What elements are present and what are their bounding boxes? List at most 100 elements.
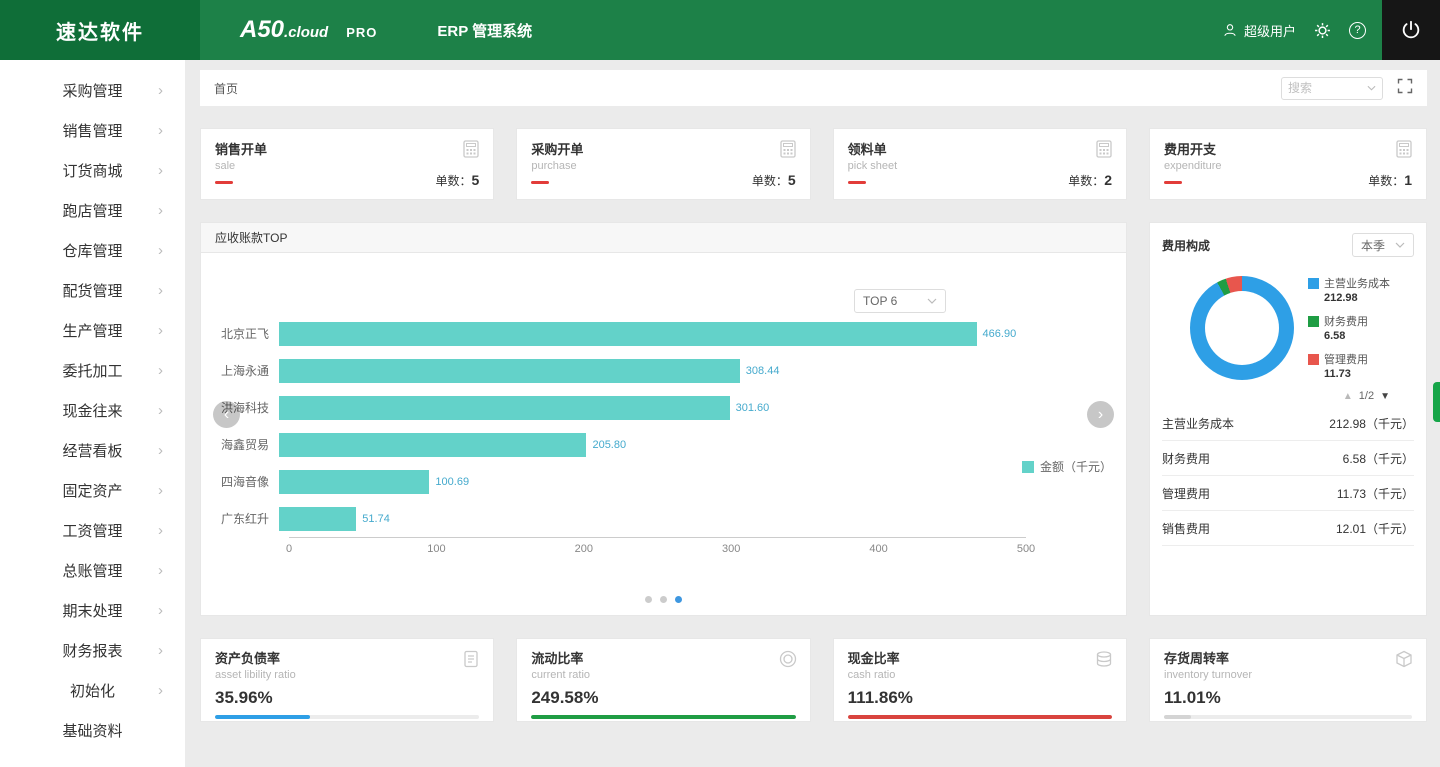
pager-up-icon[interactable]: ▲ [1343, 391, 1353, 402]
sidebar-item-order-mall[interactable]: 订货商城 › [0, 150, 185, 190]
carousel-dot-active[interactable] [675, 596, 682, 603]
panel-title: 应收账款TOP [201, 223, 1126, 253]
receivables-top-panel: 应收账款TOP TOP 6 北京正飞 466.90 上海永通 308.44 洪海科技… [200, 222, 1127, 616]
stat-title: 采购开单 [531, 142, 584, 157]
receivables-chart: TOP 6 北京正飞 466.90 上海永通 308.44 洪海科技 301.60 海… [201, 253, 1126, 615]
chevron-right-icon: › [158, 681, 163, 699]
sidebar-item-business-dashboard[interactable]: 经营看板 › [0, 430, 185, 470]
progress-fill [1164, 715, 1192, 719]
carousel-dot[interactable] [645, 596, 652, 603]
sidebar-item-warehouse[interactable]: 仓库管理 › [0, 230, 185, 270]
brand: A50 .cloud PRO [240, 16, 377, 44]
top-n-select[interactable]: TOP 6 [854, 289, 946, 313]
expense-row: 财务费用 6.58（千元） [1162, 441, 1414, 476]
sidebar-item-store-visit[interactable]: 跑店管理 › [0, 190, 185, 230]
logout-power-button[interactable] [1382, 0, 1440, 60]
bar[interactable]: 301.60 [279, 395, 769, 420]
sidebar-item-initialization[interactable]: 初始化 › [0, 670, 185, 710]
sidebar-item-production[interactable]: 生产管理 › [0, 310, 185, 350]
expense-row: 销售费用 12.01（千元） [1162, 511, 1414, 546]
chevron-right-icon: › [158, 241, 163, 259]
progress-track [847, 715, 1112, 719]
stat-count: 单数：2 [1068, 172, 1112, 188]
calculator-icon [461, 139, 481, 164]
calculator-icon [1094, 139, 1114, 164]
user-icon [1222, 22, 1238, 38]
help-icon[interactable]: ? [1349, 21, 1366, 39]
sidebar-item-payroll[interactable]: 工资管理 › [0, 510, 185, 550]
search-box[interactable] [1281, 76, 1383, 100]
chevron-right-icon: › [158, 161, 163, 179]
ratio-card-asset-liability[interactable]: 资产负债率 asset libility ratio 35.96% [200, 638, 495, 722]
user-menu[interactable]: 超级用户 [1222, 21, 1296, 40]
ratio-card-inventory-turnover[interactable]: 存货周转率 inventory turnover 11.01% [1149, 638, 1427, 722]
stat-title: 费用开支 [1164, 142, 1217, 157]
stat-subtitle: purchase [531, 160, 577, 172]
chevron-right-icon: › [158, 481, 163, 499]
carousel-prev-button[interactable]: ‹ [213, 401, 240, 428]
brand-pro-badge: PRO [346, 25, 378, 40]
carousel-dot[interactable] [660, 596, 667, 603]
settings-gear-icon[interactable] [1314, 22, 1331, 39]
accent-dash [215, 181, 233, 184]
bar-row: 海鑫贸易 205.80 [215, 426, 1026, 463]
sidebar-item-purchase[interactable]: 采购管理 › [0, 70, 185, 110]
sidebar-item-financial-reports[interactable]: 财务报表 › [0, 630, 185, 670]
stat-subtitle: sale [215, 160, 236, 172]
ratio-card-cash-ratio[interactable]: 现金比率 cash ratio 111.86% [832, 638, 1127, 722]
bar-row: 广东红升 51.74 [215, 500, 1026, 537]
bar-row: 北京正飞 466.90 [215, 315, 1026, 352]
sidebar-item-general-ledger[interactable]: 总账管理 › [0, 550, 185, 590]
sidebar-item-basic-data[interactable]: 基础资料 [0, 710, 185, 750]
sidebar-item-cash[interactable]: 现金往来 › [0, 390, 185, 430]
sidebar: 采购管理 › 销售管理 › 订货商城 › 跑店管理 › 仓库管理 › 配货管理 › 生产管理… [0, 60, 185, 767]
stat-subtitle: expenditure [1164, 160, 1222, 172]
box-icon [1394, 649, 1414, 674]
stat-card-purchase[interactable]: 采购开单 purchase 单数：5 [516, 128, 811, 200]
chevron-right-icon: › [158, 321, 163, 339]
period-select[interactable]: 本季 [1352, 233, 1414, 257]
sidebar-item-period-end[interactable]: 期末处理 › [0, 590, 185, 630]
carousel-dots [201, 596, 1126, 603]
sidebar-item-sales[interactable]: 销售管理 › [0, 110, 185, 150]
stat-title: 领料单 [847, 142, 887, 157]
sidebar-item-fixed-assets[interactable]: 固定资产 › [0, 470, 185, 510]
expense-donut[interactable] [1190, 275, 1294, 380]
stat-card-pick-sheet[interactable]: 领料单 pick sheet 单数：2 [832, 128, 1127, 200]
carousel-next-button[interactable]: › [1087, 401, 1114, 428]
ratio-card-current-ratio[interactable]: 流动比率 current ratio 249.58% [516, 638, 811, 722]
search-input[interactable] [1288, 81, 1368, 95]
chevron-right-icon: › [158, 561, 163, 579]
brand-name: A50 [240, 16, 285, 43]
stat-subtitle: pick sheet [847, 160, 898, 172]
sidebar-item-distribution[interactable]: 配货管理 › [0, 270, 185, 310]
bar[interactable]: 308.44 [279, 358, 779, 383]
chevron-right-icon: › [158, 281, 163, 299]
chevron-right-icon: › [158, 361, 163, 379]
bar[interactable]: 100.69 [279, 469, 469, 494]
legend-item: 财务费用 6.58 [1308, 313, 1390, 342]
expense-row: 主营业务成本 212.98（千元） [1162, 406, 1414, 441]
stat-card-sale[interactable]: 销售开单 sale 单数：5 [200, 128, 495, 200]
chevron-down-icon [1395, 242, 1405, 248]
app-header: 速达软件 A50 .cloud PRO ERP 管理系统 超级用户 ? [0, 0, 1440, 60]
sidebar-item-outsourcing[interactable]: 委托加工 › [0, 350, 185, 390]
side-quick-tab[interactable] [1433, 382, 1440, 422]
bar[interactable]: 205.80 [279, 432, 626, 457]
user-name: 超级用户 [1243, 23, 1296, 39]
chevron-right-icon: › [158, 601, 163, 619]
chevron-right-icon: › [158, 521, 163, 539]
pager-down-icon[interactable]: ▼ [1380, 391, 1390, 402]
fullscreen-icon[interactable] [1397, 78, 1413, 99]
calculator-icon [778, 139, 798, 164]
calculator-icon [1394, 139, 1414, 164]
chevron-down-icon [1367, 85, 1376, 91]
bar-row: 上海永通 308.44 [215, 352, 1026, 389]
legend-pager: ▲ 1/2 ▼ [1162, 390, 1390, 402]
x-axis: 0 100 200 300 400 500 [286, 537, 1035, 557]
bar[interactable]: 51.74 [279, 506, 390, 531]
bar[interactable]: 466.90 [279, 321, 1016, 346]
stat-card-expenditure[interactable]: 费用开支 expenditure 单数：1 [1149, 128, 1427, 200]
breadcrumb[interactable]: 首页 [214, 80, 238, 97]
progress-track [531, 715, 796, 719]
